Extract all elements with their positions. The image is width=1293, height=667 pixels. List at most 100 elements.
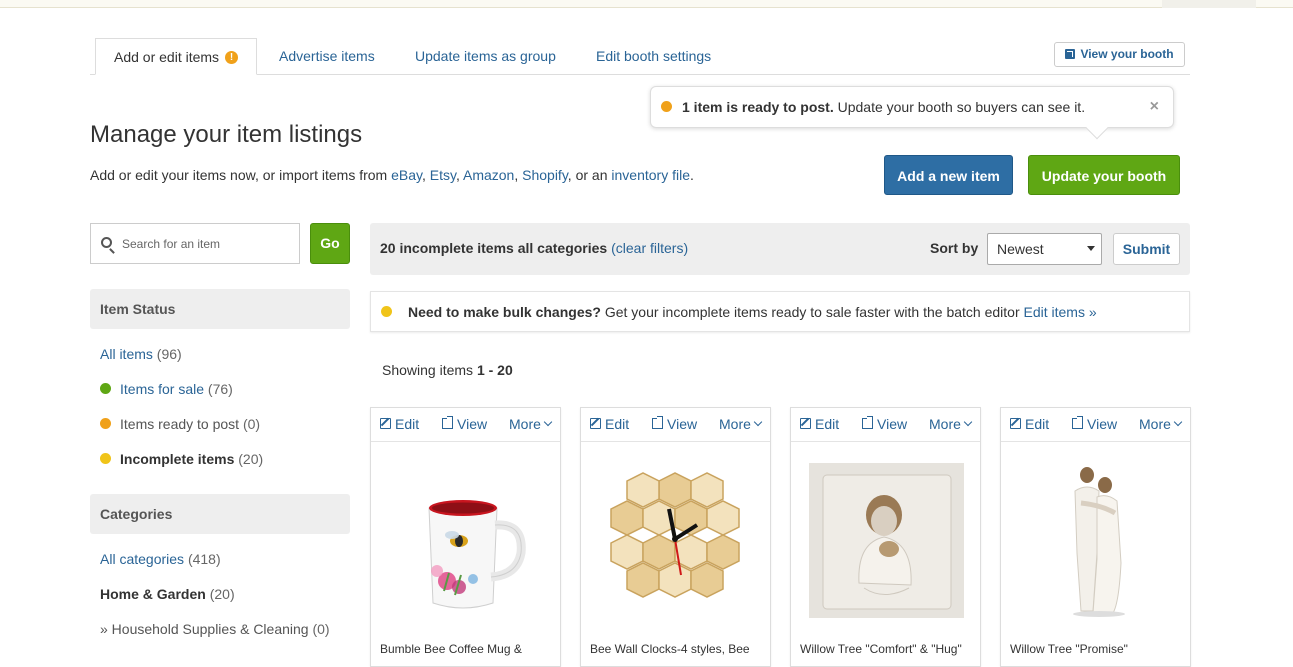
tab-add-or-edit-items[interactable]: Add or edit items! bbox=[95, 38, 257, 75]
edit-items-link[interactable]: Edit items » bbox=[1024, 304, 1097, 320]
clock-image[interactable] bbox=[599, 463, 754, 618]
view-booth-button[interactable]: View your booth bbox=[1054, 42, 1185, 67]
search-input[interactable] bbox=[120, 232, 290, 256]
item-title[interactable]: Willow Tree "Promise" bbox=[1010, 642, 1185, 656]
edit-icon bbox=[800, 418, 811, 430]
top-strip-tab bbox=[1162, 0, 1256, 8]
tab-edit-booth-settings[interactable]: Edit booth settings bbox=[596, 38, 711, 75]
amazon-link[interactable]: Amazon bbox=[463, 167, 514, 183]
view-action[interactable]: View bbox=[652, 416, 697, 432]
external-link-icon bbox=[442, 416, 453, 430]
edit-label: Edit bbox=[1025, 416, 1050, 432]
figurine-couple-image[interactable] bbox=[1019, 463, 1174, 618]
view-action[interactable]: View bbox=[1072, 416, 1117, 432]
item-card: Edit View More Willow Tree "Promise" bbox=[1000, 407, 1191, 667]
alert-icon: ! bbox=[225, 50, 239, 64]
status-count: (96) bbox=[156, 346, 182, 362]
showing-count: Showing items 1 - 20 bbox=[382, 362, 513, 378]
card-actions: Edit View More bbox=[1001, 408, 1190, 442]
view-label: View bbox=[1087, 416, 1118, 432]
page-title: Manage your item listings bbox=[90, 121, 363, 148]
status-items-ready-to-post[interactable]: Items ready to post (0) bbox=[100, 414, 260, 434]
caret-down-icon bbox=[1087, 246, 1095, 251]
status-items-for-sale[interactable]: Items for sale (76) bbox=[100, 379, 233, 399]
edit-action[interactable]: Edit bbox=[1010, 416, 1049, 432]
external-link-icon bbox=[1065, 48, 1076, 59]
status-label[interactable]: Items for sale bbox=[120, 381, 204, 397]
category-home-garden[interactable]: Home & Garden (20) bbox=[100, 584, 235, 604]
category-household-supplies[interactable]: » Household Supplies & Cleaning (0) bbox=[100, 619, 330, 639]
showing-range: 1 - 20 bbox=[476, 362, 513, 378]
search-icon bbox=[101, 237, 112, 248]
status-dot-icon bbox=[661, 101, 672, 113]
chevron-down-icon bbox=[1173, 418, 1183, 427]
figurine-plaque-image[interactable] bbox=[809, 463, 964, 618]
more-action[interactable]: More bbox=[1139, 416, 1183, 432]
item-title[interactable]: Willow Tree "Comfort" & "Hug" bbox=[800, 642, 975, 656]
add-new-item-button[interactable]: Add a new item bbox=[884, 155, 1013, 195]
view-action[interactable]: View bbox=[862, 416, 907, 432]
mug-image[interactable] bbox=[389, 463, 544, 618]
filter-bar: 20 incomplete items all categories (clea… bbox=[370, 223, 1190, 275]
tab-update-items-as-group[interactable]: Update items as group bbox=[415, 38, 556, 75]
edit-icon bbox=[590, 418, 601, 430]
edit-action[interactable]: Edit bbox=[380, 416, 419, 432]
category-count: (20) bbox=[209, 586, 235, 602]
yellow-dot-icon bbox=[100, 453, 111, 465]
status-count: (76) bbox=[207, 381, 233, 397]
bulk-changes-banner: Need to make bulk changes? Get your inco… bbox=[370, 291, 1190, 332]
showing-prefix: Showing items bbox=[382, 362, 477, 378]
status-count: (20) bbox=[238, 451, 264, 467]
status-incomplete-items[interactable]: Incomplete items (20) bbox=[100, 449, 263, 469]
inventory-file-link[interactable]: inventory file bbox=[611, 167, 690, 183]
subtitle-mid: , or an bbox=[567, 167, 612, 183]
more-label: More bbox=[1139, 416, 1171, 432]
item-status-heading: Item Status bbox=[90, 289, 350, 329]
browser-top-strip bbox=[0, 0, 1293, 8]
clear-filters-link[interactable]: (clear filters) bbox=[611, 240, 688, 256]
item-card: Edit View More Willow Tree "Comfort" & "… bbox=[790, 407, 981, 667]
card-actions: Edit View More bbox=[791, 408, 980, 442]
status-all-items[interactable]: All items (96) bbox=[100, 344, 182, 364]
item-title[interactable]: Bumble Bee Coffee Mug & bbox=[380, 642, 555, 656]
update-booth-button[interactable]: Update your booth bbox=[1028, 155, 1180, 195]
go-button[interactable]: Go bbox=[310, 223, 350, 264]
status-label[interactable]: All items bbox=[100, 346, 153, 362]
shopify-link[interactable]: Shopify bbox=[522, 167, 568, 183]
status-label: Items ready to post bbox=[120, 416, 240, 432]
search-box bbox=[90, 223, 300, 264]
chevron-down-icon bbox=[963, 418, 973, 427]
more-action[interactable]: More bbox=[929, 416, 973, 432]
ebay-link[interactable]: eBay bbox=[391, 167, 422, 183]
view-label: View bbox=[667, 416, 698, 432]
filter-summary: 20 incomplete items all categories (clea… bbox=[380, 240, 688, 256]
item-card: Edit View More Bee Wall Clocks-4 styles,… bbox=[580, 407, 771, 667]
close-icon[interactable]: × bbox=[1150, 87, 1159, 127]
orange-dot-icon bbox=[100, 418, 111, 430]
edit-action[interactable]: Edit bbox=[800, 416, 839, 432]
notice-bold: 1 item is ready to post. bbox=[682, 99, 834, 115]
etsy-link[interactable]: Etsy bbox=[430, 167, 456, 183]
item-title[interactable]: Bee Wall Clocks-4 styles, Bee bbox=[590, 642, 765, 656]
categories-heading: Categories bbox=[90, 494, 350, 534]
category-label: » Household Supplies & Cleaning bbox=[100, 621, 309, 637]
more-action[interactable]: More bbox=[719, 416, 763, 432]
tab-advertise-items[interactable]: Advertise items bbox=[279, 38, 375, 75]
category-count: (418) bbox=[187, 551, 221, 567]
bulk-text: Get your incomplete items ready to sale … bbox=[600, 304, 1024, 320]
ready-to-post-notice: 1 item is ready to post. Update your boo… bbox=[650, 86, 1174, 140]
category-label[interactable]: All categories bbox=[100, 551, 184, 567]
more-action[interactable]: More bbox=[509, 416, 553, 432]
subtitle-prefix: Add or edit your items now, or import it… bbox=[90, 167, 392, 183]
edit-action[interactable]: Edit bbox=[590, 416, 629, 432]
notice-text: Update your booth so buyers can see it. bbox=[833, 99, 1086, 115]
category-label: Home & Garden bbox=[100, 586, 206, 602]
more-label: More bbox=[509, 416, 541, 432]
view-action[interactable]: View bbox=[442, 416, 487, 432]
chevron-down-icon bbox=[543, 418, 553, 427]
submit-button[interactable]: Submit bbox=[1113, 233, 1180, 265]
sort-value: Newest bbox=[997, 241, 1044, 257]
sort-select[interactable]: Newest bbox=[987, 233, 1102, 265]
category-all[interactable]: All categories (418) bbox=[100, 549, 221, 569]
sort-label: Sort by bbox=[930, 240, 979, 256]
